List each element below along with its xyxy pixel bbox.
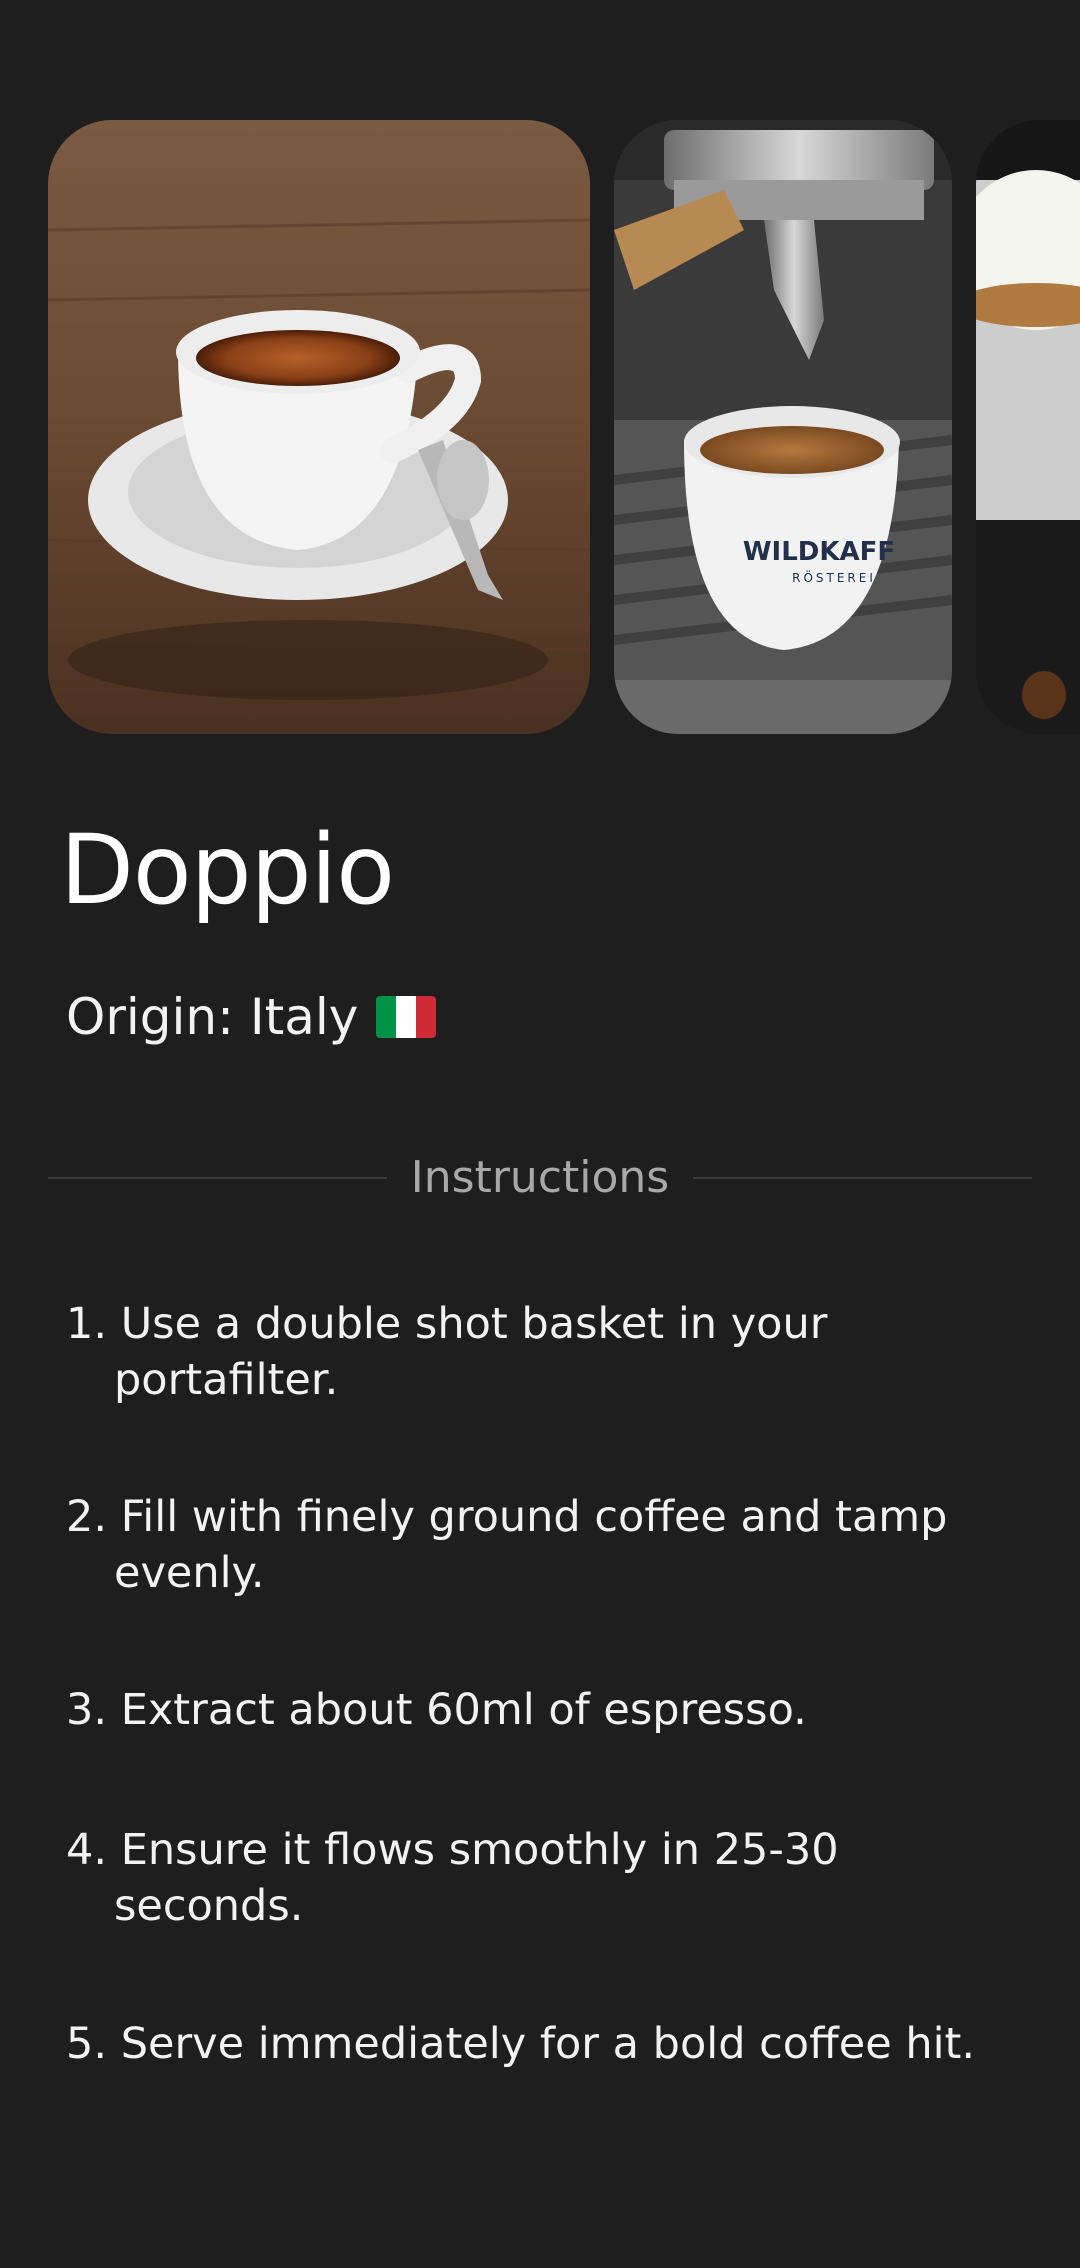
carousel-image-espresso-machine[interactable]: WILDKAFF RÖSTEREI [614,120,952,734]
section-label: Instructions [410,1152,670,1203]
carousel-image-milk-foam[interactable] [976,120,1080,734]
step-text: 5. Serve immediately for a bold coffee h… [66,2019,976,2069]
instruction-step: 3. Extract about 60ml of espresso. [66,1682,996,1738]
step-text: 3. Extract about 60ml of espresso. [66,1685,807,1735]
divider-line-right [693,1177,1033,1179]
step-text-continued: seconds. [114,1881,304,1931]
espresso-machine-photo: WILDKAFF RÖSTEREI [614,120,952,734]
image-carousel[interactable]: WILDKAFF RÖSTEREI [48,120,1080,734]
cup-brand-text: WILDKAFF [743,537,895,567]
divider-line-left [48,1177,387,1179]
italy-flag-icon [376,996,437,1038]
step-text-continued: portafilter. [114,1355,339,1405]
step-text-continued: evenly. [114,1548,265,1598]
drink-origin: Origin: Italy [66,988,437,1046]
instructions-divider: Instructions [48,1152,1033,1203]
instruction-step: 2. Fill with finely ground coffee and ta… [66,1489,996,1601]
origin-label: Origin: Italy [66,988,359,1046]
instruction-step: 4. Ensure it flows smoothly in 25-30 sec… [66,1822,996,1934]
drink-title: Doppio [60,814,395,926]
instruction-step: 1. Use a double shot basket in your port… [66,1296,996,1408]
instruction-step: 5. Serve immediately for a bold coffee h… [66,2016,996,2072]
cup-sub-text: RÖSTEREI [792,569,876,585]
step-text: 4. Ensure it flows smoothly in 25-30 [66,1825,839,1875]
step-text: 1. Use a double shot basket in your [66,1299,828,1349]
carousel-image-espresso-cup[interactable] [48,120,590,734]
espresso-cup-photo [48,120,590,734]
milk-foam-photo [976,120,1080,734]
step-text: 2. Fill with finely ground coffee and ta… [66,1492,948,1542]
